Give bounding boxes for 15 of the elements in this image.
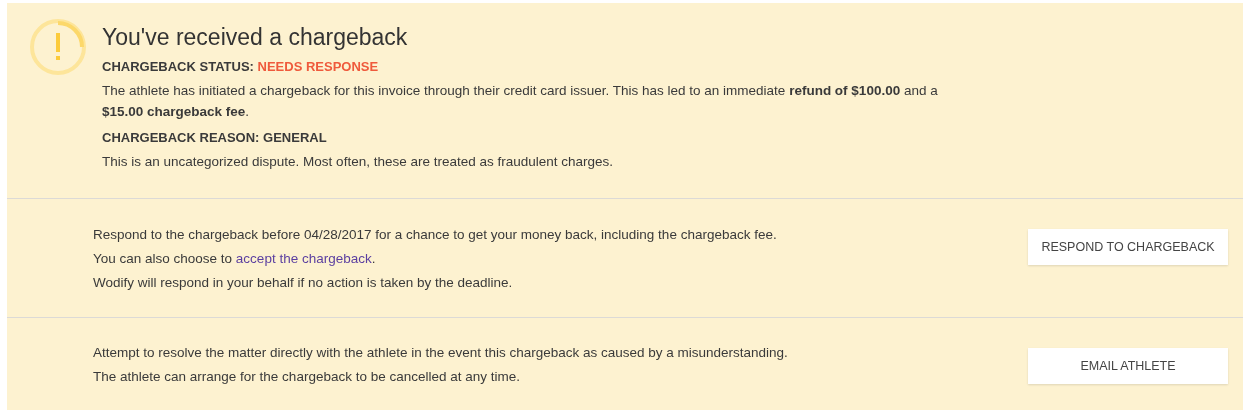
reason-text: This is an uncategorized dispute. Most often, these are treated as fraudulent charges.: [102, 153, 615, 171]
warning-icon: [29, 18, 87, 76]
info-text: Attempt to resolve the matter directly with the athlete in the event this chargeback as caused by a misunderstanding.: [93, 343, 788, 362]
respond-button[interactable]: RESPOND TO CHARGEBACK: [1028, 229, 1228, 265]
description-text: The athlete has initiated a chargeback for this invoice through their credit card issuer. This has led to an immediate refund of $100.00 and a $15.00 chargeback fee.: [102, 82, 939, 121]
status-value: NEEDS RESPONSE: [257, 59, 379, 74]
info-text: Wodify will respond in your behalf if no action is taken by the deadline.: [93, 273, 514, 292]
accept-link[interactable]: accept the chargeback: [235, 250, 372, 266]
email-button[interactable]: EMAIL ATHLETE: [1028, 348, 1228, 384]
info-text: Respond to the chargeback before 04/28/2017 for a chance to get your money back, including the chargeback fee.: [93, 225, 777, 244]
info-text: The athlete can arrange for the chargeback to be cancelled at any time.: [93, 367, 521, 386]
alert-title: You've received a chargeback: [102, 24, 409, 51]
info-text: You can also choose to accept the chargeback.: [93, 249, 377, 268]
reason-label: CHARGEBACK REASON: GENERAL: [102, 130, 328, 145]
status-label: CHARGEBACK STATUS:: [102, 59, 254, 74]
